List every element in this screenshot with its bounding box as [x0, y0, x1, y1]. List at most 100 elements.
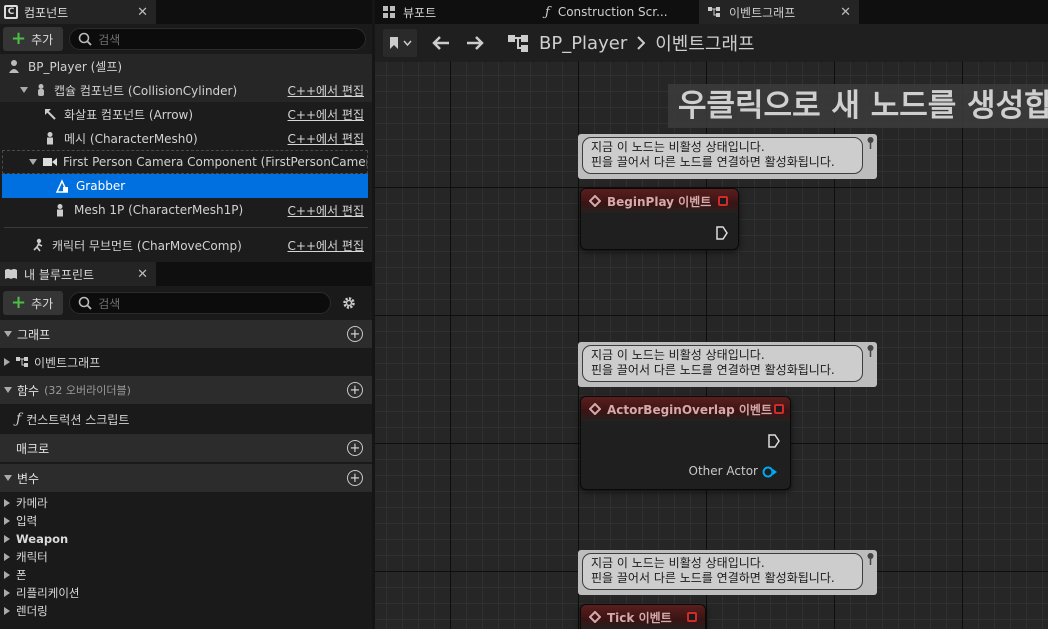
- bookmark-icon: [389, 36, 399, 50]
- edit-in-cpp-link[interactable]: C++에서 편집: [288, 82, 364, 99]
- collapse-arrow-icon[interactable]: [4, 331, 12, 337]
- variable-category[interactable]: 리플리케이션: [0, 584, 372, 602]
- pin-icon[interactable]: [866, 136, 875, 150]
- graph-editor: 뷰포트 ƒ Construction Scr... 이벤트그래프 ✕ BP_Pl…: [375, 0, 1048, 629]
- node-title: ActorBeginOverlap 이벤트: [607, 402, 773, 417]
- expand-arrow-icon[interactable]: [4, 589, 10, 597]
- tree-item-movement[interactable]: 캐릭터 무브먼트 (CharMoveComp) C++에서 편집: [0, 233, 372, 257]
- add-function-icon[interactable]: +: [347, 382, 363, 398]
- event-node-beginplay[interactable]: BeginPlay 이벤트: [580, 188, 739, 250]
- event-diamond-icon: [589, 195, 601, 207]
- tree-item-grabber[interactable]: Grabber: [2, 174, 368, 198]
- forward-arrow-icon[interactable]: [465, 35, 485, 51]
- plus-icon: +: [11, 28, 27, 49]
- collapse-arrow-icon[interactable]: [4, 387, 12, 393]
- construction-script-item[interactable]: ƒ 컨스트럭션 스크립트: [0, 404, 372, 434]
- event-graph-item[interactable]: 이벤트그래프: [0, 348, 372, 376]
- tree-item-label: Mesh 1P (CharacterMesh1P): [74, 203, 244, 217]
- close-icon[interactable]: ✕: [840, 5, 851, 20]
- edit-in-cpp-link[interactable]: C++에서 편집: [288, 237, 364, 254]
- components-tab[interactable]: C 컴포넌트 ✕: [0, 0, 156, 24]
- event-graph-label: 이벤트그래프: [34, 355, 101, 370]
- close-icon[interactable]: ✕: [137, 267, 148, 282]
- tree-root[interactable]: BP_Player (셀프): [0, 54, 372, 78]
- add-variable-icon[interactable]: +: [347, 470, 363, 486]
- expand-arrow-icon[interactable]: [4, 358, 10, 366]
- edit-in-cpp-link[interactable]: C++에서 편집: [288, 130, 364, 147]
- variable-category[interactable]: 렌더링: [0, 602, 372, 620]
- section-functions[interactable]: 함수 (32 오버라이더블) +: [0, 376, 372, 404]
- section-macros-label: 매크로: [16, 441, 50, 456]
- variable-category[interactable]: 폰: [0, 566, 372, 584]
- variable-category[interactable]: 캐릭터: [0, 548, 372, 566]
- chevron-down-icon: [402, 40, 412, 46]
- tree-item-capsule[interactable]: 캡슐 컴포넌트 (CollisionCylinder) C++에서 편집: [0, 78, 372, 102]
- pin-icon[interactable]: [866, 344, 875, 358]
- pin-icon[interactable]: [866, 552, 875, 566]
- expand-arrow-icon[interactable]: [4, 607, 10, 615]
- breadcrumb-blueprint[interactable]: BP_Player: [539, 33, 627, 54]
- variable-category-label: 카메라: [16, 496, 48, 510]
- add-macro-icon[interactable]: +: [347, 440, 363, 456]
- mesh-icon: [42, 130, 58, 146]
- comment-line: 핀을 끌어서 다른 노드를 연결하면 활성화됩니다.: [591, 155, 835, 169]
- section-variables[interactable]: 변수 +: [0, 464, 372, 492]
- event-node-tick[interactable]: Tick 이벤트: [580, 604, 706, 629]
- breadcrumb-graph[interactable]: 이벤트그래프: [655, 30, 754, 56]
- expand-arrow-icon[interactable]: [4, 553, 10, 561]
- exec-pin-icon[interactable]: [716, 226, 728, 240]
- collapse-arrow-icon[interactable]: [4, 475, 12, 481]
- back-arrow-icon[interactable]: [431, 35, 451, 51]
- tree-item-arrow[interactable]: 화살표 컴포넌트 (Arrow) C++에서 편집: [0, 102, 372, 126]
- expand-arrow-icon[interactable]: [20, 87, 28, 93]
- object-pin-icon[interactable]: [762, 466, 778, 478]
- tab-event-graph[interactable]: 이벤트그래프 ✕: [699, 0, 859, 24]
- expand-arrow-icon[interactable]: [4, 571, 10, 579]
- tree-item-mesh[interactable]: 메시 (CharacterMesh0) C++에서 편집: [0, 126, 372, 150]
- comment-bubble: 지금 이 노드는 비활성 상태입니다. 핀을 끌어서 다른 노드를 연결하면 활…: [582, 345, 863, 382]
- node-title: Tick 이벤트: [607, 610, 672, 625]
- edit-in-cpp-link[interactable]: C++에서 편집: [288, 202, 364, 219]
- graph-canvas[interactable]: 우클릭으로 새 노드를 생성합 지금 이 노드는 비활성 상태입니다. 핀을 끌…: [375, 62, 1048, 629]
- section-graphs-label: 그래프: [17, 327, 51, 342]
- expand-arrow-icon[interactable]: [29, 159, 37, 165]
- section-macros[interactable]: 매크로 +: [0, 434, 372, 462]
- tab-viewport[interactable]: 뷰포트: [375, 0, 537, 24]
- my-blueprint-tab[interactable]: 내 블루프린트 ✕: [0, 262, 156, 286]
- search-icon: [78, 296, 92, 310]
- blueprint-search-placeholder: 검색: [98, 296, 121, 311]
- components-search-input[interactable]: 검색: [69, 28, 366, 50]
- variable-category[interactable]: Weapon: [0, 530, 372, 548]
- add-component-button[interactable]: + 추가: [3, 27, 64, 51]
- edit-in-cpp-link[interactable]: C++에서 편집: [288, 106, 364, 123]
- bookmark-dropdown[interactable]: [383, 29, 417, 57]
- expand-arrow-icon[interactable]: [4, 517, 10, 525]
- breadcrumb-chevron-icon: [637, 36, 646, 50]
- event-node-actor-begin-overlap[interactable]: ActorBeginOverlap 이벤트 Other Actor: [580, 396, 791, 490]
- node-header: BeginPlay 이벤트: [581, 189, 738, 213]
- exec-pin-icon[interactable]: [768, 434, 780, 448]
- add-blueprint-item-button[interactable]: + 추가: [3, 291, 64, 315]
- gear-icon[interactable]: [341, 295, 357, 311]
- tree-item-mesh1p[interactable]: Mesh 1P (CharacterMesh1P) C++에서 편집: [0, 198, 372, 222]
- add-graph-icon[interactable]: +: [347, 326, 363, 342]
- tree-item-camera[interactable]: First Person Camera Component (FirstPers…: [2, 150, 368, 174]
- delegate-pin-icon[interactable]: [687, 612, 697, 622]
- expand-arrow-icon[interactable]: [4, 499, 10, 507]
- tab-viewport-label: 뷰포트: [403, 5, 437, 20]
- blueprint-tabbar: 내 블루프린트 ✕: [0, 262, 372, 286]
- tab-construction-script[interactable]: ƒ Construction Scr...: [537, 0, 699, 24]
- delegate-pin-icon[interactable]: [774, 404, 784, 414]
- close-icon[interactable]: ✕: [137, 5, 148, 20]
- section-graphs[interactable]: 그래프 +: [0, 320, 372, 348]
- expand-arrow-icon[interactable]: [4, 535, 10, 543]
- search-icon: [78, 32, 92, 46]
- comment-line: 핀을 끌어서 다른 노드를 연결하면 활성화됩니다.: [591, 571, 835, 585]
- blueprint-search-input[interactable]: 검색: [69, 292, 332, 314]
- mesh-icon: [52, 202, 68, 218]
- variable-category[interactable]: 카메라: [0, 494, 372, 512]
- tree-divider: [4, 227, 368, 228]
- delegate-pin-icon[interactable]: [718, 196, 728, 206]
- variable-category[interactable]: 입력: [0, 512, 372, 530]
- components-toolbar: + 추가 검색: [0, 24, 372, 54]
